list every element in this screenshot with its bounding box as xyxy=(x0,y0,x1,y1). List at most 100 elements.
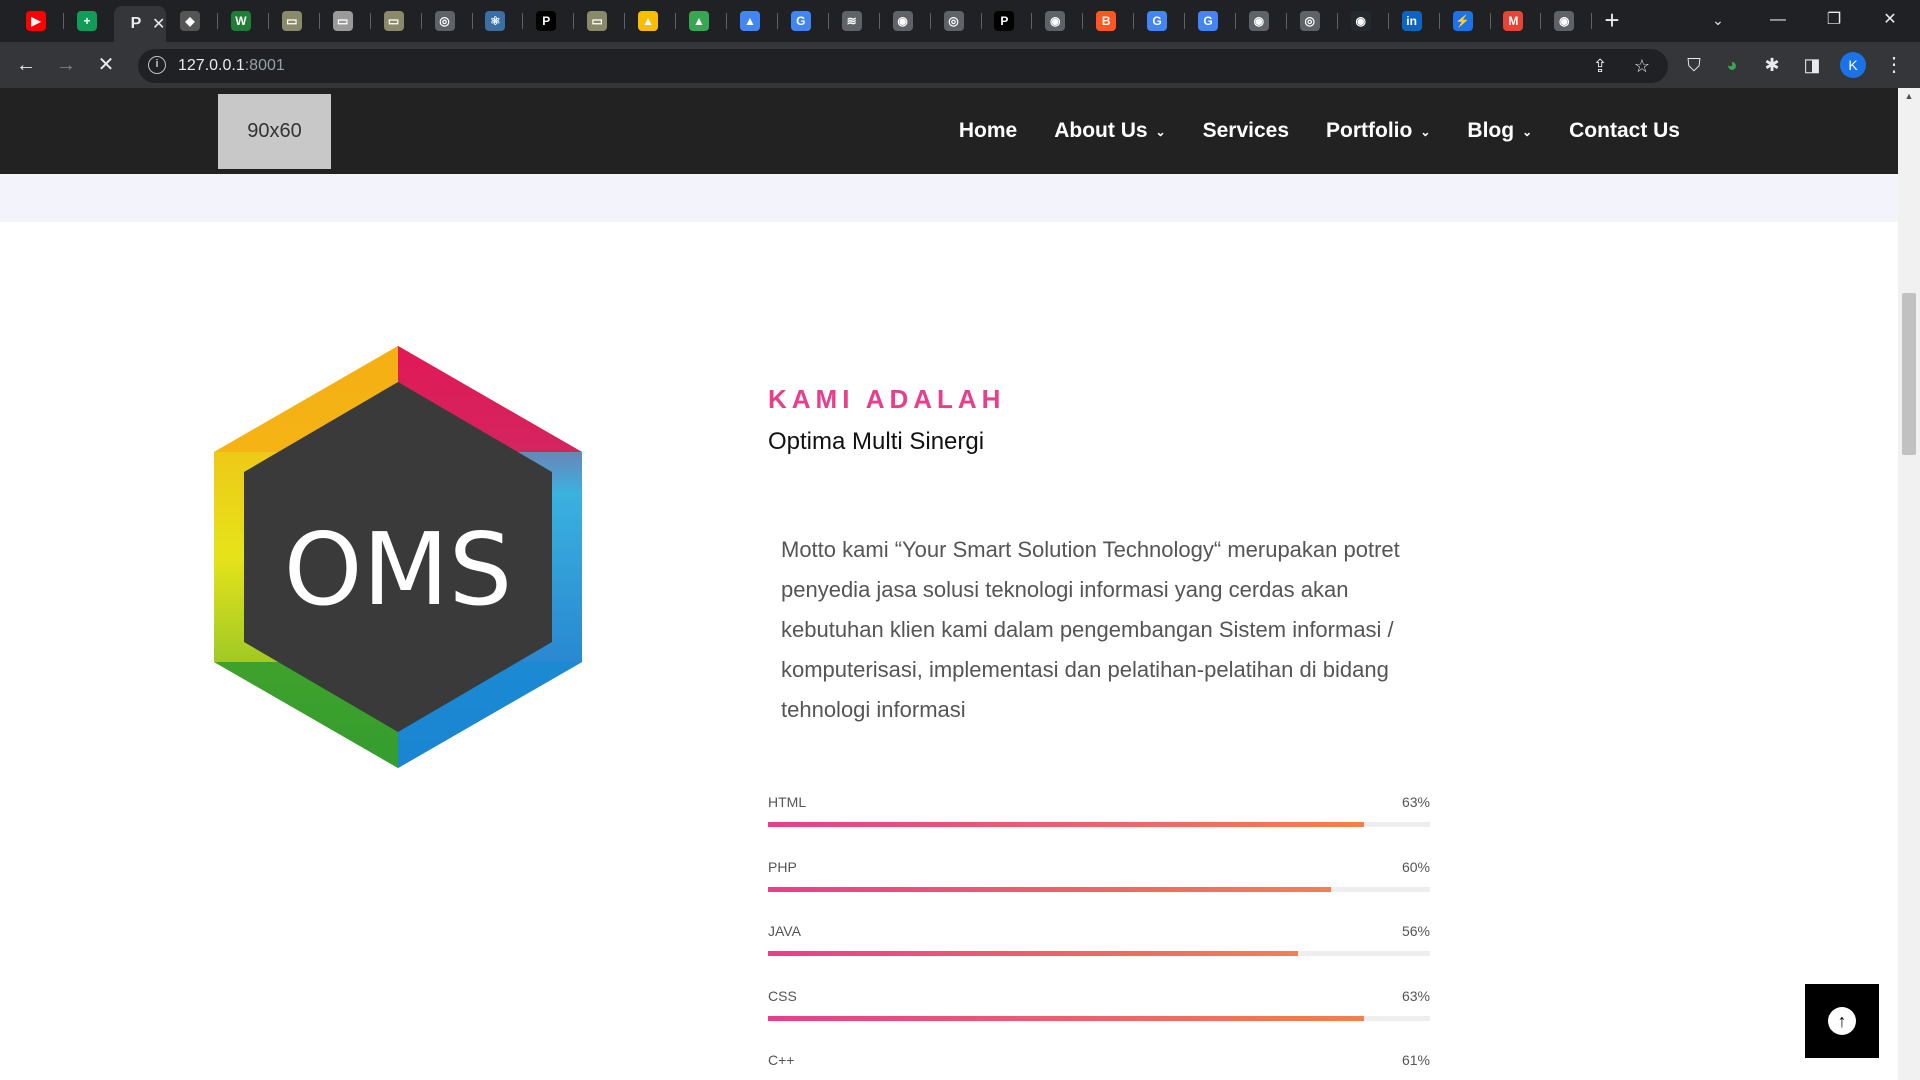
drive-icon: ▲ xyxy=(689,11,709,31)
browser-tab[interactable]: ▲ xyxy=(626,6,677,36)
browser-tab[interactable]: ▭ xyxy=(321,6,371,36)
site-logo[interactable]: 90x60 xyxy=(218,94,331,169)
browser-tab[interactable]: ◉ xyxy=(1033,6,1084,36)
profile-avatar[interactable]: K xyxy=(1840,52,1866,78)
back-icon[interactable]: ← xyxy=(12,51,40,79)
browser-tab[interactable]: ◉ xyxy=(1542,6,1593,36)
tab-separator xyxy=(624,13,626,29)
browser-tab[interactable]: M xyxy=(1491,6,1542,36)
forward-icon[interactable]: → xyxy=(52,51,80,79)
google-icon: G xyxy=(790,11,811,31)
extension-icon[interactable]: ◕ xyxy=(1718,51,1746,79)
tab-search-chevron-icon[interactable]: ⌄ xyxy=(1690,0,1746,40)
nav-item-blog[interactable]: Blog ⌄ xyxy=(1467,119,1532,143)
site-info-icon[interactable]: i xyxy=(148,56,166,74)
new-tab-button[interactable]: + xyxy=(1596,6,1628,36)
browser-tab[interactable]: G xyxy=(1186,6,1236,36)
react-icon: ⚛ xyxy=(485,11,506,31)
restore-icon[interactable]: ❐ xyxy=(1806,0,1862,40)
browser-tab[interactable]: ⚡ xyxy=(1441,6,1491,36)
nav-item-services[interactable]: Services xyxy=(1203,119,1289,143)
browser-tab[interactable]: ▭ xyxy=(372,6,422,36)
menu-kebab-icon[interactable]: ⋮ xyxy=(1880,51,1908,79)
tab-separator xyxy=(827,13,829,29)
nav-label: Blog xyxy=(1467,119,1515,142)
browser-tab[interactable]: ◆ xyxy=(168,6,218,36)
browser-tab[interactable]: P xyxy=(982,6,1033,36)
motto-paragraph: Motto kami “Your Smart Solution Technolo… xyxy=(781,537,1400,722)
tab-active[interactable]: P ✕ xyxy=(114,6,166,42)
address-bar[interactable]: i 127.0.0.1:8001 ⇪ ☆ xyxy=(138,49,1668,83)
minimize-icon[interactable]: — xyxy=(1750,0,1806,40)
tab-separator xyxy=(1235,13,1236,29)
side-panel-icon[interactable]: ◨ xyxy=(1798,51,1826,79)
nav-item-about-us[interactable]: About Us ⌄ xyxy=(1054,119,1165,143)
nav-label: About Us xyxy=(1054,119,1148,142)
brave-shield-icon[interactable]: ⛉ xyxy=(1680,51,1708,79)
page-scrollbar[interactable]: ▲ xyxy=(1898,88,1920,1080)
linkedin-icon: in xyxy=(1401,11,1422,31)
globe-icon: ◎ xyxy=(434,11,455,31)
company-name: Optima Multi Sinergi xyxy=(768,428,985,455)
tab-separator xyxy=(1489,13,1491,29)
skill-name: C++ xyxy=(768,1052,795,1068)
skill-name: JAVA xyxy=(768,923,801,939)
drive-icon: ▲ xyxy=(638,11,659,31)
skill-progress-track xyxy=(768,822,1430,827)
browser-tab[interactable]: ▲ xyxy=(728,6,778,36)
p-icon: P xyxy=(536,11,557,31)
browser-tab[interactable]: ▭ xyxy=(270,6,320,36)
browser-tab[interactable]: ◉ xyxy=(1237,6,1287,36)
tab-separator xyxy=(1285,13,1287,29)
p-icon: P xyxy=(994,11,1015,31)
image-icon: ▭ xyxy=(587,11,608,31)
skill-progress-fill xyxy=(768,822,1364,827)
back-to-top-button[interactable]: ↑ xyxy=(1805,984,1879,1058)
w-icon: W xyxy=(230,11,251,31)
tab-separator xyxy=(1031,13,1033,29)
stop-loading-icon[interactable]: ✕ xyxy=(92,51,120,79)
browser-tab[interactable]: ◉ xyxy=(1339,6,1389,36)
browser-tab[interactable]: ◉ xyxy=(881,6,931,36)
browser-tab[interactable]: + xyxy=(65,6,115,36)
tab-separator xyxy=(776,13,778,29)
nav-item-portfolio[interactable]: Portfolio ⌄ xyxy=(1326,119,1430,143)
browser-tab[interactable]: G xyxy=(1135,6,1186,36)
browser-tab[interactable]: ◎ xyxy=(1288,6,1338,36)
browser-tab[interactable]: ◎ xyxy=(423,6,473,36)
share-icon[interactable]: ⇪ xyxy=(1588,54,1612,78)
skill-progress-track xyxy=(768,951,1430,956)
skill-progress-fill xyxy=(768,951,1298,956)
scroll-thumb[interactable] xyxy=(1902,293,1916,455)
nav-item-home[interactable]: Home xyxy=(959,119,1017,143)
tab-close-icon[interactable]: ✕ xyxy=(152,14,165,34)
nav-item-contact-us[interactable]: Contact Us xyxy=(1569,119,1680,143)
scroll-up-arrow-icon[interactable]: ▲ xyxy=(1898,88,1920,104)
nav-label: Services xyxy=(1202,119,1290,142)
browser-tab[interactable]: P xyxy=(524,6,575,36)
extensions-puzzle-icon[interactable]: ✱ xyxy=(1758,51,1786,79)
browser-tab[interactable]: ▲ xyxy=(677,6,727,36)
browser-tab[interactable]: ▶ xyxy=(14,6,64,36)
image-icon: ▭ xyxy=(281,11,302,31)
browser-tab[interactable]: W xyxy=(219,6,269,36)
window-close-icon[interactable]: ✕ xyxy=(1862,0,1918,40)
main-nav: Home About Us ⌄ Services Portfolio ⌄ Blog ⌄ Cont… xyxy=(922,88,1680,174)
skill-name: HTML xyxy=(768,794,807,810)
skill-progress-track xyxy=(768,886,1430,892)
globe-icon: ◎ xyxy=(943,11,964,31)
browser-tab[interactable]: G xyxy=(779,6,829,36)
tab-separator xyxy=(1133,13,1135,29)
browser-tab[interactable]: ⚛ xyxy=(473,6,524,36)
image-icon: ▭ xyxy=(383,11,404,31)
tab-separator xyxy=(420,13,422,29)
skill-percent: 63% xyxy=(1401,987,1430,1004)
bookmark-star-icon[interactable]: ☆ xyxy=(1630,54,1654,78)
browser-tab[interactable]: B xyxy=(1084,6,1135,36)
drive-icon: ▲ xyxy=(739,11,760,31)
browser-tab[interactable]: ◎ xyxy=(932,6,982,36)
url-text[interactable]: 127.0.0.1:8001 xyxy=(178,57,285,75)
browser-tab[interactable]: ≋ xyxy=(830,6,880,36)
browser-tab[interactable]: ▭ xyxy=(575,6,626,36)
browser-tab[interactable]: in xyxy=(1390,6,1440,36)
